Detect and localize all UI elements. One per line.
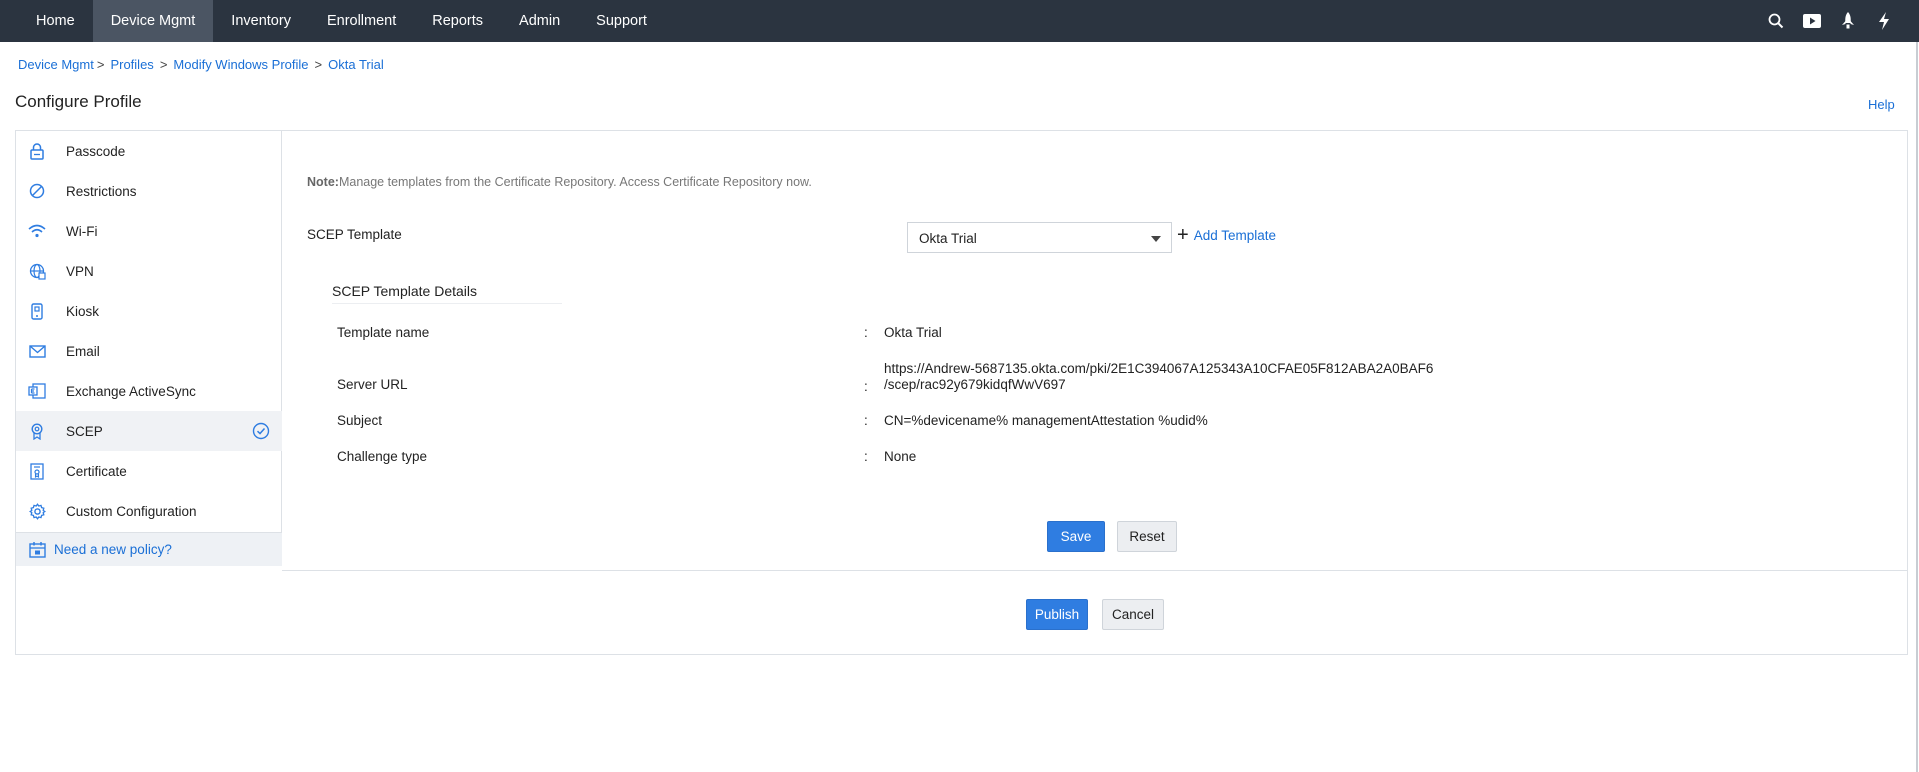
sidebar-item-email[interactable]: Email (16, 331, 282, 371)
configure-profile-card: Passcode Restrictions Wi-Fi VPN Kiosk Em… (15, 130, 1908, 655)
need-new-policy-label: Need a new policy? (54, 542, 172, 557)
colon: : (864, 449, 868, 464)
add-template-button[interactable]: + Add Template (1177, 225, 1276, 245)
sidebar-item-scep[interactable]: SCEP (16, 411, 282, 451)
nav-inventory[interactable]: Inventory (213, 0, 309, 42)
nav-device-mgmt[interactable]: Device Mgmt (92, 0, 214, 42)
configured-check-icon (252, 422, 270, 440)
certificate-icon (28, 462, 46, 480)
sidebar-item-certificate[interactable]: Certificate (16, 451, 282, 491)
main-nav: Home Device Mgmt Inventory Enrollment Re… (0, 0, 1919, 42)
breadcrumb-separator: > (96, 57, 105, 72)
breadcrumb-separator: > (314, 57, 323, 72)
template-name-label: Template name (337, 325, 430, 340)
chevron-down-icon (1151, 236, 1161, 242)
breadcrumb: Device Mgmt > Profiles > Modify Windows … (18, 57, 384, 72)
sidebar-item-wifi[interactable]: Wi-Fi (16, 211, 282, 251)
payload-sidebar: Passcode Restrictions Wi-Fi VPN Kiosk Em… (16, 131, 282, 566)
sidebar-item-restrictions[interactable]: Restrictions (16, 171, 282, 211)
template-name-value: Okta Trial (884, 325, 942, 340)
scep-config-panel: Note:Manage templates from the Certifica… (282, 131, 1908, 571)
search-icon[interactable] (1767, 12, 1785, 30)
help-link[interactable]: Help (1868, 97, 1895, 112)
subject-value: CN=%devicename% managementAttestation %u… (884, 413, 1208, 428)
sidebar-item-exchange-activesync[interactable]: Exchange ActiveSync (16, 371, 282, 411)
colon: : (864, 379, 868, 394)
sidebar-item-label: SCEP (66, 423, 103, 439)
globe-icon (28, 262, 46, 280)
nav-enrollment[interactable]: Enrollment (309, 0, 414, 42)
server-url-value: https://Andrew-5687135.okta.com/pki/2E1C… (884, 361, 1433, 393)
flash-icon[interactable] (1875, 12, 1893, 30)
video-icon[interactable] (1803, 12, 1821, 30)
block-icon (28, 182, 46, 200)
breadcrumb-profiles[interactable]: Profiles (110, 57, 153, 72)
wifi-icon (28, 222, 46, 240)
cancel-button[interactable]: Cancel (1102, 599, 1164, 630)
sidebar-item-label: Certificate (66, 463, 127, 479)
sidebar-item-label: Wi-Fi (66, 223, 98, 239)
colon: : (864, 325, 868, 340)
sidebar-item-custom-configuration[interactable]: Custom Configuration (16, 491, 282, 531)
note-prefix: Note: (307, 175, 339, 189)
sidebar-item-label: Email (66, 343, 100, 359)
nav-reports[interactable]: Reports (414, 0, 501, 42)
rocket-icon[interactable] (1839, 12, 1857, 30)
sidebar-item-label: Restrictions (66, 183, 137, 199)
sidebar-item-label: Custom Configuration (66, 503, 197, 519)
server-url-line-1: https://Andrew-5687135.okta.com/pki/2E1C… (884, 361, 1434, 376)
mail-icon (28, 342, 46, 360)
repository-note: Note:Manage templates from the Certifica… (307, 175, 812, 189)
sidebar-item-label: Kiosk (66, 303, 100, 319)
breadcrumb-modify-windows-profile[interactable]: Modify Windows Profile (173, 57, 308, 72)
subject-label: Subject (337, 413, 383, 428)
kiosk-icon (28, 302, 46, 320)
sidebar-item-label: VPN (66, 263, 94, 279)
breadcrumb-separator: > (159, 57, 168, 72)
lock-icon (28, 142, 46, 160)
note-text[interactable]: Manage templates from the Certificate Re… (339, 175, 812, 189)
breadcrumb-okta-trial[interactable]: Okta Trial (328, 57, 384, 72)
badge-icon (28, 422, 46, 440)
calendar-icon (28, 541, 46, 559)
challenge-type-value: None (884, 449, 917, 464)
publish-button[interactable]: Publish (1026, 599, 1088, 630)
page-title: Configure Profile (15, 92, 142, 111)
need-new-policy-link[interactable]: Need a new policy? (16, 532, 282, 566)
gear-icon (28, 502, 46, 520)
scep-template-details-title: SCEP Template Details (332, 283, 562, 304)
save-button[interactable]: Save (1047, 521, 1105, 552)
breadcrumb-device-mgmt[interactable]: Device Mgmt (18, 57, 94, 72)
add-template-label: Add Template (1193, 227, 1276, 243)
colon: : (864, 413, 868, 428)
server-url-line-2: /scep/rac92y679kidqfWwV697 (884, 377, 1066, 392)
scep-template-select[interactable]: Okta Trial (907, 222, 1172, 253)
scep-template-label: SCEP Template (307, 227, 402, 242)
nav-admin[interactable]: Admin (501, 0, 578, 42)
exchange-icon (28, 382, 46, 400)
nav-home[interactable]: Home (18, 0, 93, 42)
sidebar-item-label: Passcode (66, 143, 126, 159)
reset-button[interactable]: Reset (1117, 521, 1177, 552)
top-tools (1767, 0, 1893, 42)
sidebar-item-vpn[interactable]: VPN (16, 251, 282, 291)
server-url-label: Server URL (337, 377, 408, 392)
top-navigation-bar: Home Device Mgmt Inventory Enrollment Re… (0, 0, 1919, 42)
sidebar-item-passcode[interactable]: Passcode (16, 131, 282, 171)
challenge-type-label: Challenge type (337, 449, 428, 464)
nav-support[interactable]: Support (578, 0, 665, 42)
scrollbar-edge (1916, 42, 1918, 772)
scep-template-selected: Okta Trial (919, 231, 977, 246)
plus-icon: + (1177, 224, 1189, 246)
sidebar-item-kiosk[interactable]: Kiosk (16, 291, 282, 331)
sidebar-item-label: Exchange ActiveSync (66, 383, 196, 399)
